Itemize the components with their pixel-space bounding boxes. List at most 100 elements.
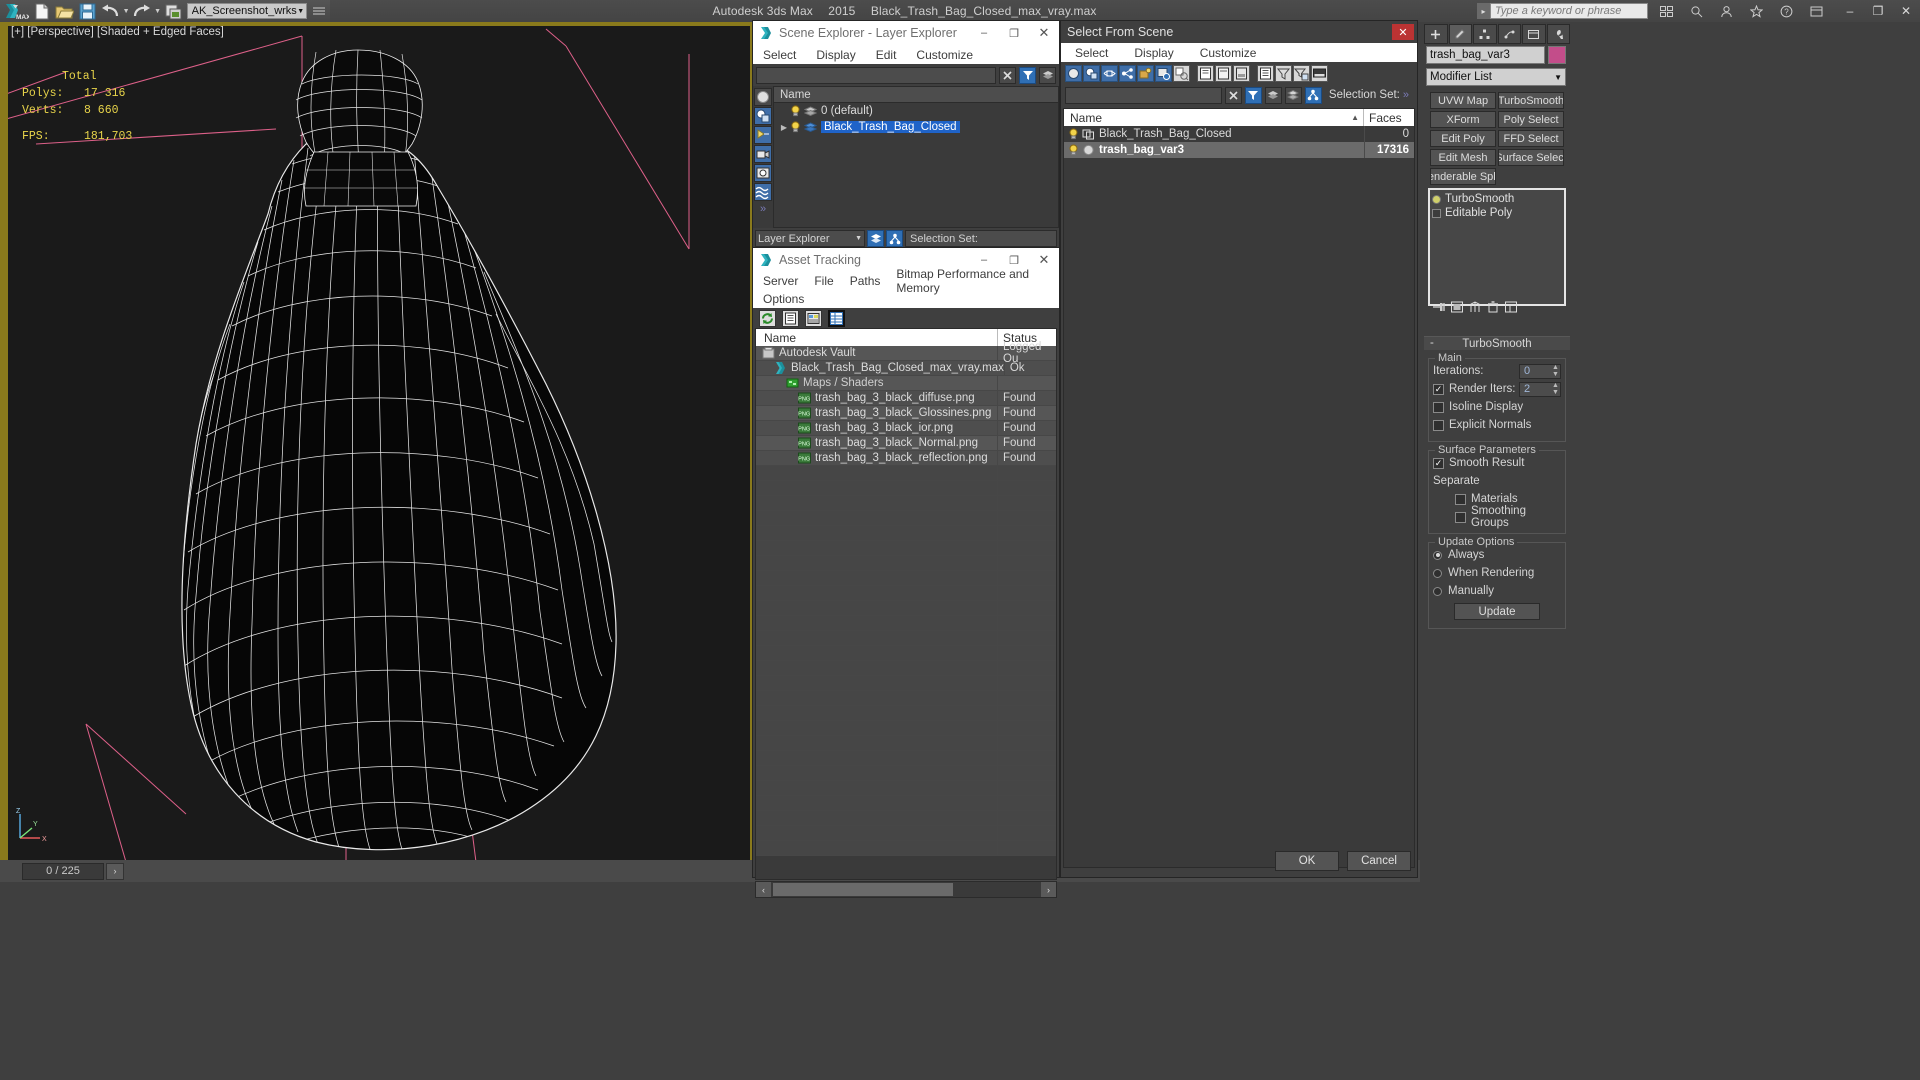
layer-manage-icon[interactable]: [867, 230, 884, 247]
asset-table-hscrollbar[interactable]: ‹ ›: [755, 881, 1057, 898]
menu-paths[interactable]: Paths: [850, 274, 881, 288]
ok-button[interactable]: OK: [1275, 851, 1339, 871]
asset-name-cell[interactable]: Autodesk Vault: [756, 346, 998, 360]
layer-row-black-trash-bag-closed[interactable]: ▶ Black_Trash_Bag_Closed: [774, 119, 1058, 135]
chevron-down-icon[interactable]: ▼: [855, 235, 862, 242]
scroll-right-icon[interactable]: ›: [1041, 882, 1056, 897]
tab-hierarchy[interactable]: [1473, 24, 1497, 44]
asset-row[interactable]: PNG trash_bag_3_black_diffuse.png Found: [756, 391, 1056, 406]
smoothing-groups-row[interactable]: Smoothing Groups: [1433, 505, 1561, 529]
light-bulb-icon[interactable]: [790, 105, 801, 117]
display-cameras-icon[interactable]: [1137, 64, 1154, 82]
menu-expand-icon[interactable]: [307, 1, 330, 21]
expand-icon[interactable]: [1432, 208, 1441, 218]
search-input[interactable]: Type a keyword or phrase: [1490, 3, 1648, 19]
menu-customize[interactable]: Customize: [1200, 46, 1257, 60]
display-xrefs-icon[interactable]: [1215, 64, 1232, 82]
select-from-scene-titlebar[interactable]: Select From Scene ✕: [1061, 21, 1417, 43]
select-from-scene-search-input[interactable]: [1065, 86, 1222, 104]
asset-row[interactable]: Autodesk Vault Logged Ou: [756, 341, 1056, 365]
display-all-icon[interactable]: [1065, 64, 1082, 82]
modifier-stack-item-editable-poly[interactable]: Editable Poly: [1432, 206, 1562, 220]
light-bulb-icon[interactable]: [790, 121, 801, 133]
layer-name[interactable]: Black_Trash_Bag_Closed: [821, 121, 960, 133]
explicit-normals-checkbox[interactable]: [1433, 419, 1444, 431]
filter-funnel-icon[interactable]: [1275, 64, 1292, 82]
asset-name-cell[interactable]: PNG trash_bag_3_black_diffuse.png: [756, 391, 998, 405]
workspace-selector[interactable]: AK_Screenshot_wrksp ▼: [186, 3, 308, 19]
layer-hierarchy-icon[interactable]: [886, 230, 903, 247]
clear-search-icon[interactable]: [1224, 86, 1242, 104]
detail-view-icon[interactable]: [805, 309, 822, 327]
asset-name-cell[interactable]: Black_Trash_Bag_Closed_max_vray.max: [756, 361, 1005, 375]
menu-edit[interactable]: Edit: [876, 48, 897, 62]
render-iters-checkbox[interactable]: ✓: [1433, 383, 1444, 395]
object-color-swatch[interactable]: [1548, 46, 1566, 64]
list-view-icon[interactable]: [782, 309, 799, 327]
display-groups-icon[interactable]: [1197, 64, 1214, 82]
close-button[interactable]: ✕: [1892, 0, 1920, 22]
isoline-display-checkbox[interactable]: [1433, 401, 1444, 413]
smooth-result-row[interactable]: ✓ Smooth Result: [1433, 455, 1561, 471]
scroll-thumb[interactable]: [773, 883, 953, 896]
isoline-display-row[interactable]: Isoline Display: [1433, 399, 1561, 415]
scene-explorer-titlebar[interactable]: Scene Explorer - Layer Explorer – ❐ ✕: [753, 21, 1059, 45]
select-from-scene-close[interactable]: ✕: [1392, 24, 1414, 40]
max-logo-icon[interactable]: MAX: [2, 1, 31, 21]
scene-explorer-minimize[interactable]: –: [969, 21, 999, 45]
manually-radio[interactable]: [1433, 586, 1442, 596]
display-spacewarps-icon[interactable]: [1173, 64, 1190, 82]
layer-row-default[interactable]: 0 (default): [774, 103, 1058, 119]
asset-row[interactable]: Maps / Shaders: [756, 376, 1056, 391]
sfs-row[interactable]: Black_Trash_Bag_Closed 0: [1064, 126, 1414, 142]
perspective-viewport[interactable]: [+] [Perspective] [Shaded + Edged Faces]: [6, 22, 752, 860]
configure-modifier-sets-icon[interactable]: [1504, 300, 1518, 314]
scene-explorer-list[interactable]: Name 0 (default) ▶ Black_Trash_Bag_Close…: [773, 86, 1059, 228]
filter-lights-icon[interactable]: [754, 126, 772, 144]
asset-row[interactable]: PNG trash_bag_3_black_ior.png Found: [756, 421, 1056, 436]
light-bulb-icon[interactable]: [1068, 144, 1082, 156]
filter-settings-icon[interactable]: [1293, 64, 1310, 82]
layers-filter-icon[interactable]: [1039, 66, 1056, 84]
modifier-button[interactable]: Edit Mesh: [1430, 149, 1496, 166]
asset-tracking-table[interactable]: Name Status Autodesk Vault Logged Ou Black…: [755, 328, 1057, 880]
asset-name-cell[interactable]: PNG trash_bag_3_black_Glossines.png: [756, 406, 998, 420]
filter-shapes-icon[interactable]: [754, 107, 772, 125]
modifier-enable-toggle[interactable]: [1432, 194, 1441, 204]
modifier-button[interactable]: Edit Poly: [1430, 130, 1496, 147]
render-iters-spinner[interactable]: 2 ▲ ▼: [1519, 381, 1561, 397]
tab-motion[interactable]: [1497, 24, 1521, 44]
asset-name-cell[interactable]: Maps / Shaders: [756, 376, 998, 390]
layer-name[interactable]: 0 (default): [821, 105, 873, 117]
frame-counter[interactable]: 0 / 225: [22, 862, 104, 880]
scene-explorer-name-column-header[interactable]: Name: [774, 87, 1058, 103]
display-bones-icon[interactable]: [1233, 64, 1250, 82]
spinner-arrows-icon[interactable]: ▲ ▼: [1551, 382, 1560, 396]
select-from-scene-dialog[interactable]: Select From Scene ✕ Select Display Custo…: [1060, 20, 1418, 878]
more-icon[interactable]: »: [1403, 89, 1413, 101]
menu-select[interactable]: Select: [763, 48, 796, 62]
selection-set-field[interactable]: Selection Set:: [905, 230, 1057, 247]
sfs-col-faces[interactable]: Faces: [1364, 109, 1414, 126]
modifier-button[interactable]: UVW Map: [1430, 92, 1496, 109]
favorites-star-icon[interactable]: [1742, 0, 1770, 22]
cancel-button[interactable]: Cancel: [1347, 851, 1411, 871]
modifier-list-dropdown[interactable]: Modifier List ▼: [1426, 68, 1566, 86]
help-icon[interactable]: ?: [1772, 0, 1800, 22]
modifier-button[interactable]: FFD Select: [1498, 130, 1564, 147]
menu-customize[interactable]: Customize: [916, 48, 973, 62]
refresh-icon[interactable]: [759, 309, 776, 327]
exchange-icon[interactable]: [1802, 0, 1830, 22]
next-frame-button[interactable]: ›: [106, 862, 124, 880]
pin-stack-icon[interactable]: [1432, 300, 1446, 314]
undo-icon[interactable]: [99, 1, 122, 21]
expand-icon[interactable]: ▶: [778, 123, 790, 132]
asset-row[interactable]: Black_Trash_Bag_Closed_max_vray.max Ok: [756, 361, 1056, 376]
scroll-left-icon[interactable]: ‹: [756, 882, 771, 897]
chevron-right-icon[interactable]: ▸: [1477, 3, 1490, 19]
asset-row[interactable]: PNG trash_bag_3_black_Glossines.png Found: [756, 406, 1056, 421]
scroll-track[interactable]: [771, 882, 1041, 897]
display-shapes-icon[interactable]: [1101, 64, 1118, 82]
always-radio[interactable]: [1433, 550, 1442, 560]
asset-row[interactable]: PNG trash_bag_3_black_reflection.png Found: [756, 451, 1056, 466]
